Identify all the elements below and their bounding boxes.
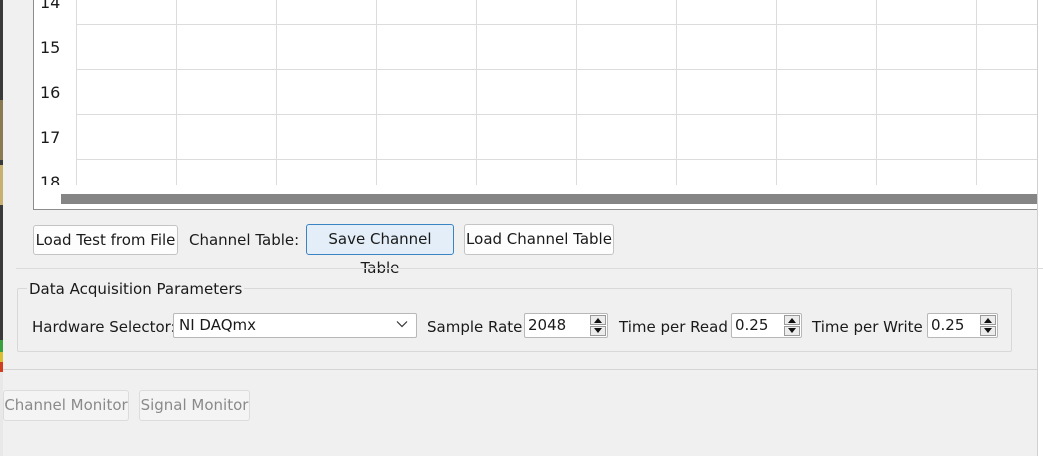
time-per-write-label: Time per Write [812,318,923,336]
tab-channel-monitor[interactable]: Channel Monitor [3,390,129,421]
spin-up-arrow-icon[interactable] [980,315,996,325]
sample-rate-spinbox[interactable]: 2048 [524,313,608,338]
time-per-read-spinbox[interactable]: 0.25 [731,313,802,338]
chevron-down-icon [396,321,408,328]
time-per-read-value: 0.25 [735,316,769,334]
window-right-edge [1037,0,1043,456]
panel-separator [16,268,1043,269]
groupbox-title: Data Acquisition Parameters [27,280,245,298]
window-edge-strip [0,0,3,456]
horizontal-scrollbar[interactable] [34,185,1043,209]
save-channel-table-button[interactable]: Save Channel Table [306,224,454,277]
load-test-from-file-button[interactable]: Load Test from File [33,225,178,255]
time-per-read-label: Time per Read [619,318,728,336]
sample-rate-label: Sample Rate [427,318,523,336]
channel-table[interactable]: 14 15 16 17 18 [33,0,1043,210]
table-grid[interactable] [76,0,1043,185]
row-number: 16 [40,83,61,102]
spin-up-arrow-icon[interactable] [784,315,800,325]
scrollbar-thumb[interactable] [61,194,1043,204]
row-number: 18 [40,173,61,185]
row-number: 17 [40,128,61,147]
sample-rate-value: 2048 [528,316,567,334]
spin-down-arrow-icon[interactable] [590,326,606,336]
row-number: 15 [40,38,61,57]
time-per-write-spinbox[interactable]: 0.25 [927,313,998,338]
time-per-write-value: 0.25 [931,316,965,334]
hardware-selector-label: Hardware Selector: [32,318,176,336]
bottom-separator [3,369,1038,370]
spin-up-arrow-icon[interactable] [590,315,606,325]
spin-down-arrow-icon[interactable] [784,326,800,336]
hardware-selector-dropdown[interactable]: NI DAQmx [173,313,417,338]
hardware-selected-value: NI DAQmx [179,316,256,334]
row-number: 14 [40,0,61,12]
load-channel-table-button[interactable]: Load Channel Table [464,224,614,255]
row-header-column: 14 15 16 17 18 [34,0,76,185]
channel-table-label: Channel Table: [189,231,300,249]
tab-signal-monitor[interactable]: Signal Monitor [139,390,250,421]
spin-down-arrow-icon[interactable] [980,326,996,336]
